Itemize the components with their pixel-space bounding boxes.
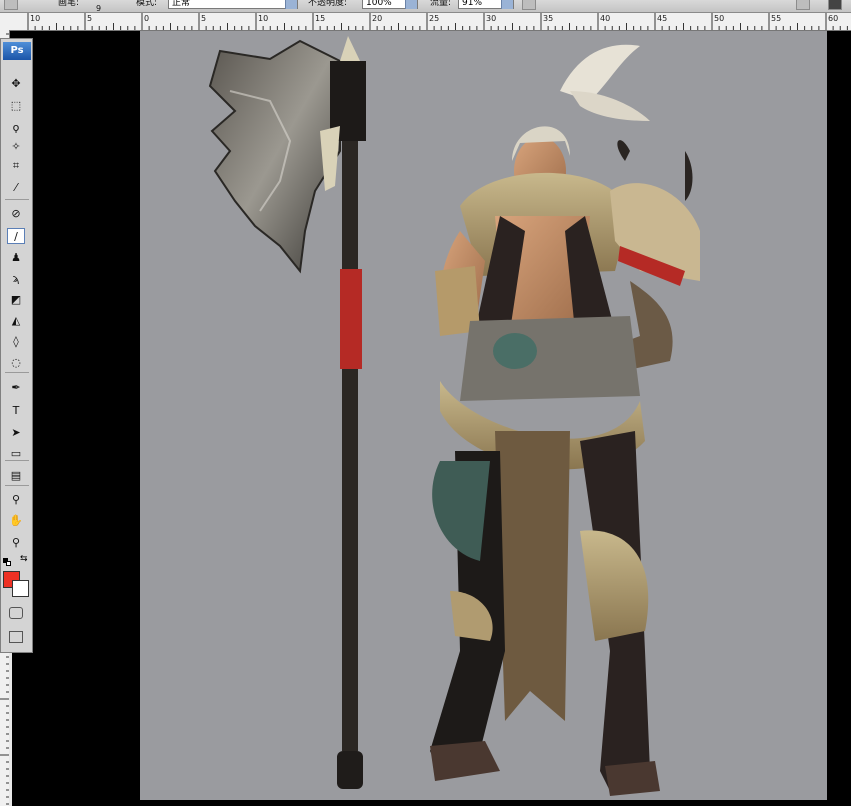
- ruler-label: 45: [657, 14, 667, 23]
- ruler-label: 0: [144, 14, 149, 23]
- ruler-label: 15: [315, 14, 325, 23]
- eyedropper-tool[interactable]: ⚲: [7, 491, 25, 507]
- tool-preset-icon[interactable]: [4, 0, 18, 10]
- bandage-icon: ⊘: [11, 206, 21, 220]
- toolbox-separator: [5, 460, 29, 461]
- ruler-label: 60: [828, 14, 838, 23]
- background-color-swatch[interactable]: [12, 580, 29, 597]
- panel-icon[interactable]: [828, 0, 842, 10]
- options-bar: 画笔: 9 模式: 正常 不透明度: 100% 流量: 91%: [0, 0, 851, 13]
- quick-mask-icon[interactable]: [9, 607, 23, 619]
- eraser-tool[interactable]: ◩: [7, 291, 25, 307]
- ruler-label: 50: [714, 14, 724, 23]
- marquee-icon: ⬚: [10, 98, 22, 112]
- workspace-area-right: [827, 31, 851, 806]
- swap-colors-icon[interactable]: ⇆: [20, 554, 28, 564]
- crop-tool[interactable]: ⌗: [7, 158, 25, 174]
- crop-icon: ⌗: [12, 159, 20, 172]
- type-tool[interactable]: T: [7, 402, 25, 418]
- toolbox-panel: Ps ✥ ⬚ ϙ ✧ ⌗ ⁄ ⊘ ∕ ♟ ϡ ◩ ◭ ◊ ◌ ✒ T ➤ ▭ ▤ ⚲ ✋ ⚲ ⇆: [0, 38, 33, 653]
- eyedropper-icon: ⚲: [11, 492, 21, 506]
- brush-label: 画笔:: [58, 0, 80, 8]
- horizontal-ruler[interactable]: 10 5 0 5 10 15 20 25 30 35 40 45 50 55 60: [0, 13, 851, 31]
- pen-tool[interactable]: ✒: [7, 379, 25, 395]
- screen-mode-icon[interactable]: [9, 631, 23, 643]
- flow-value: 91%: [462, 0, 483, 8]
- marquee-tool[interactable]: ⬚: [7, 97, 25, 113]
- ruler-label: 5: [87, 14, 92, 23]
- ruler-label: 30: [486, 14, 496, 23]
- eraser-icon: ◩: [10, 292, 22, 306]
- type-icon: T: [12, 403, 20, 417]
- ruler-guide-line: [9, 650, 12, 806]
- path-selection-tool[interactable]: ➤: [7, 424, 25, 440]
- move-icon: ✥: [11, 76, 21, 90]
- hand-tool[interactable]: ✋: [7, 512, 25, 528]
- ruler-label: 35: [543, 14, 553, 23]
- history-brush-icon: ϡ: [12, 271, 20, 285]
- toolbox-separator: [5, 485, 29, 486]
- mode-label: 模式:: [136, 0, 158, 8]
- chevron-down-icon[interactable]: [405, 0, 417, 9]
- flow-label: 流量:: [430, 0, 452, 8]
- shaft-grip: [340, 269, 362, 369]
- brush-icon: ∕: [14, 229, 18, 243]
- ruler-label: 40: [600, 14, 610, 23]
- ruler-label: 55: [771, 14, 781, 23]
- chevron-down-icon[interactable]: [285, 0, 297, 9]
- healing-brush-tool[interactable]: ⊘: [7, 205, 25, 221]
- dodge-icon: ◌: [11, 355, 21, 369]
- pen-icon: ✒: [11, 380, 21, 394]
- default-colors-icon[interactable]: [3, 558, 11, 566]
- history-brush-tool[interactable]: ϡ: [7, 270, 25, 286]
- toolbox-separator: [5, 199, 29, 200]
- opacity-value: 100%: [366, 0, 392, 8]
- opacity-label: 不透明度:: [308, 0, 348, 8]
- zoom-icon: ⚲: [11, 535, 21, 549]
- photoshop-logo[interactable]: Ps: [3, 42, 31, 60]
- toolbox-separator: [5, 372, 29, 373]
- slice-tool[interactable]: ⁄: [7, 179, 25, 195]
- workspace-area: [34, 31, 140, 806]
- bucket-icon: ◭: [11, 313, 21, 327]
- hand-icon: ✋: [9, 513, 23, 527]
- polearm-shaft: [342, 71, 358, 751]
- document-canvas[interactable]: [140, 31, 827, 800]
- flow-field[interactable]: 91%: [458, 0, 514, 9]
- stamp-icon: ♟: [11, 250, 21, 264]
- ruler-label: 25: [429, 14, 439, 23]
- note-icon: ▤: [10, 468, 22, 482]
- dodge-tool[interactable]: ◌: [7, 354, 25, 370]
- magic-wand-icon: ✧: [11, 139, 21, 153]
- shape-tool[interactable]: ▭: [7, 445, 25, 461]
- zoom-tool[interactable]: ⚲: [7, 534, 25, 550]
- lasso-icon: ϙ: [12, 120, 20, 134]
- ruler-label: 20: [372, 14, 382, 23]
- notes-tool[interactable]: ▤: [7, 467, 25, 483]
- move-tool[interactable]: ✥: [7, 75, 25, 91]
- rectangle-icon: ▭: [10, 446, 22, 460]
- arrow-icon: ➤: [11, 425, 21, 439]
- brushes-palette-icon[interactable]: [796, 0, 810, 10]
- opacity-field[interactable]: 100%: [362, 0, 418, 9]
- drop-icon: ◊: [13, 334, 19, 348]
- brush-tool[interactable]: ∕: [7, 228, 25, 244]
- clone-stamp-tool[interactable]: ♟: [7, 249, 25, 265]
- slice-icon: ⁄: [15, 180, 17, 194]
- warrior-illustration: [208, 36, 700, 796]
- lasso-tool[interactable]: ϙ: [7, 119, 25, 135]
- paint-bucket-tool[interactable]: ◭: [7, 312, 25, 328]
- mode-select[interactable]: 正常: [168, 0, 298, 9]
- airbrush-icon[interactable]: [522, 0, 536, 10]
- magic-wand-tool[interactable]: ✧: [7, 138, 25, 154]
- axe-blade: [208, 39, 341, 274]
- ruler-label: 10: [258, 14, 268, 23]
- blur-tool[interactable]: ◊: [7, 333, 25, 349]
- brush-size[interactable]: 9: [96, 2, 101, 12]
- mode-value: 正常: [172, 0, 191, 8]
- chevron-down-icon[interactable]: [501, 0, 513, 9]
- ruler-label: 10: [30, 14, 40, 23]
- ruler-label: 5: [201, 14, 206, 23]
